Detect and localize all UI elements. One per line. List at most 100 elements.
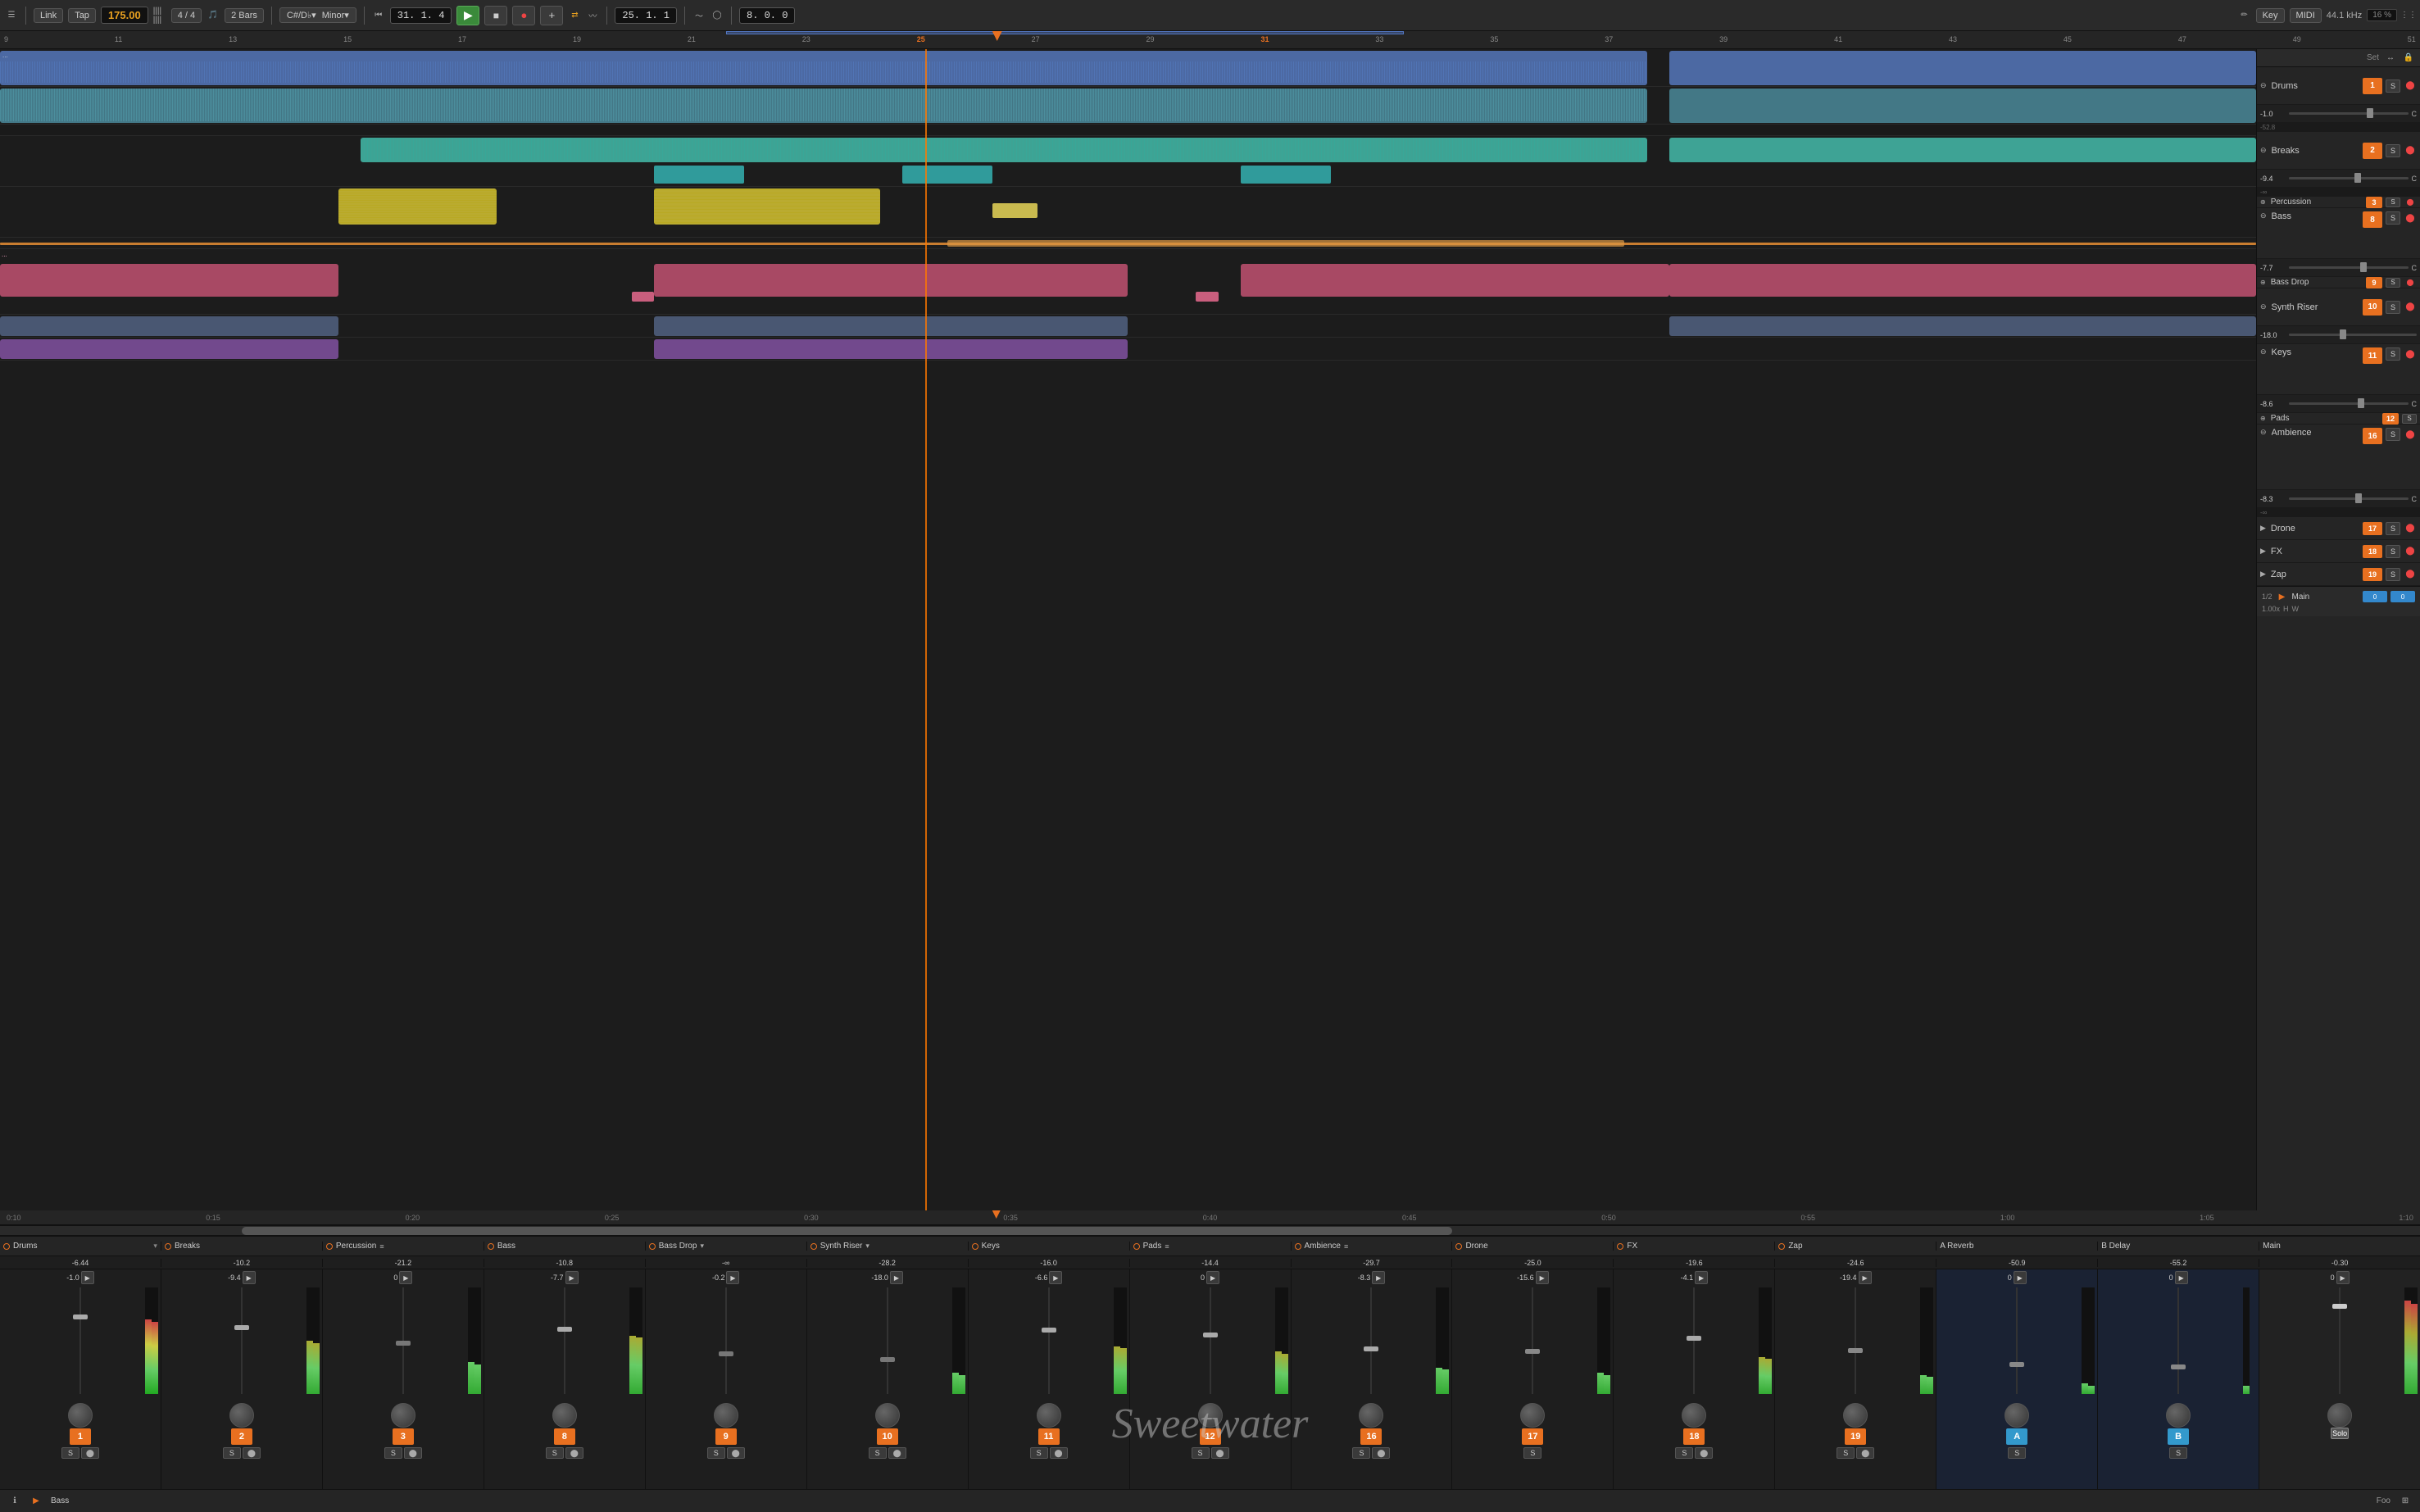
- fx-collapse[interactable]: ▶: [2260, 547, 2266, 556]
- pads-ch-solo[interactable]: S: [1192, 1447, 1210, 1459]
- bass-solo[interactable]: S: [2386, 211, 2400, 225]
- zap-solo[interactable]: S: [2386, 568, 2400, 581]
- drone-fader-lane[interactable]: [1454, 1287, 1611, 1394]
- key-mode-btn[interactable]: Key: [2256, 8, 2285, 23]
- ambience-collapse[interactable]: ⊖: [2260, 428, 2267, 437]
- breaks-num[interactable]: 2: [2363, 143, 2382, 159]
- fx-play[interactable]: ▶: [1695, 1271, 1708, 1284]
- pads-eq-icon[interactable]: ≡: [1165, 1242, 1169, 1251]
- key-display[interactable]: C#/D♭▾ Minor▾: [279, 7, 356, 23]
- breaks-ch-mute[interactable]: ⬤: [243, 1447, 261, 1459]
- pads-ch-num[interactable]: 12: [1200, 1428, 1221, 1445]
- fx-num[interactable]: 18: [2363, 545, 2382, 558]
- percussion-collapse[interactable]: ⊕: [2260, 198, 2266, 206]
- ambience-num[interactable]: 16: [2363, 428, 2382, 444]
- ambience-fader-lane[interactable]: [1293, 1287, 1451, 1394]
- synthriser-fader-track[interactable]: [2289, 334, 2417, 336]
- bass-ch-solo[interactable]: S: [546, 1447, 564, 1459]
- bass-fader-lane[interactable]: [486, 1287, 643, 1394]
- bdelay-pan-knob[interactable]: [2166, 1400, 2191, 1424]
- bass-ch-mute[interactable]: ⬤: [565, 1447, 583, 1459]
- synthriser-solo[interactable]: S: [2386, 301, 2400, 314]
- percussion-fader-lane[interactable]: [325, 1287, 482, 1394]
- bottom-zoom-icon[interactable]: ⊞: [2399, 1495, 2412, 1508]
- bassdrop-ch-mute[interactable]: ⬤: [727, 1447, 745, 1459]
- fx-ch-mute[interactable]: ⬤: [1695, 1447, 1713, 1459]
- bassdrop-arrow[interactable]: ▾: [700, 1242, 704, 1251]
- info-icon[interactable]: ℹ: [8, 1495, 21, 1508]
- main-fader-lane[interactable]: [2261, 1287, 2418, 1394]
- fx-ch-num[interactable]: 18: [1683, 1428, 1705, 1445]
- percussion-ch-solo[interactable]: S: [384, 1447, 402, 1459]
- breaks-fader-lane[interactable]: [163, 1287, 320, 1394]
- add-button[interactable]: +: [540, 6, 563, 25]
- breaks-solo[interactable]: S: [2386, 144, 2400, 157]
- bass-record[interactable]: ⬤: [2404, 211, 2417, 225]
- bars-display[interactable]: 2 Bars: [225, 8, 264, 23]
- pads-solo[interactable]: S: [2402, 414, 2417, 424]
- ambience-ch-num[interactable]: 16: [1360, 1428, 1382, 1445]
- bass-collapse[interactable]: ⊖: [2260, 211, 2267, 220]
- main-play[interactable]: ▶: [2336, 1271, 2350, 1284]
- bdelay-play[interactable]: ▶: [2175, 1271, 2188, 1284]
- arr-play-icon[interactable]: ▶: [2276, 590, 2289, 603]
- keys-play[interactable]: ▶: [1049, 1271, 1062, 1284]
- pencil-icon[interactable]: ✏: [2238, 9, 2251, 22]
- drums-ch-solo[interactable]: S: [61, 1447, 79, 1459]
- bdelay-ch-num[interactable]: B: [2168, 1428, 2189, 1445]
- drums-record[interactable]: ⬤: [2404, 79, 2417, 93]
- drums-play[interactable]: ▶: [81, 1271, 94, 1284]
- drone-ch-solo[interactable]: S: [1523, 1447, 1541, 1459]
- play-button[interactable]: ▶: [456, 6, 479, 25]
- percussion-pan-knob[interactable]: [391, 1400, 415, 1424]
- keys-ch-num[interactable]: 11: [1038, 1428, 1060, 1445]
- ambience-ch-mute[interactable]: ⬤: [1372, 1447, 1390, 1459]
- pads-fader-lane[interactable]: [1132, 1287, 1289, 1394]
- drums-ch-num[interactable]: 1: [70, 1428, 91, 1445]
- bassdrop-solo[interactable]: S: [2386, 278, 2400, 288]
- synthriser-collapse[interactable]: ⊖: [2260, 302, 2267, 311]
- zap-ch-solo[interactable]: S: [1837, 1447, 1855, 1459]
- arrangement-canvas[interactable]: ...: [0, 49, 2256, 1210]
- bassdrop-num[interactable]: 9: [2366, 277, 2382, 288]
- groove-icon[interactable]: 〜: [692, 9, 706, 22]
- drone-record[interactable]: ⬤: [2404, 522, 2417, 535]
- bassdrop-pan-knob[interactable]: [714, 1400, 738, 1424]
- areverb-fader-lane[interactable]: [1938, 1287, 2095, 1394]
- zap-ch-num[interactable]: 19: [1845, 1428, 1866, 1445]
- tempo-display[interactable]: 175.00: [101, 7, 148, 24]
- synthriser-play[interactable]: ▶: [890, 1271, 903, 1284]
- breaks-fader-track[interactable]: [2289, 177, 2409, 179]
- bass-pan-knob[interactable]: [552, 1400, 577, 1424]
- drums-fader-lane[interactable]: [2, 1287, 159, 1394]
- areverb-pan-knob[interactable]: [2005, 1400, 2029, 1424]
- areverb-ch-solo[interactable]: S: [2008, 1447, 2026, 1459]
- fx-solo[interactable]: S: [2386, 545, 2400, 558]
- drums-arrow[interactable]: ▾: [153, 1242, 157, 1251]
- keys-record[interactable]: ⬤: [2404, 347, 2417, 361]
- ambience-ch-solo[interactable]: S: [1352, 1447, 1370, 1459]
- metronome-icon[interactable]: 🎵: [207, 9, 220, 22]
- percussion-ch-mute[interactable]: ⬤: [404, 1447, 422, 1459]
- expand-icon[interactable]: ↔: [2384, 52, 2397, 65]
- keys-ch-solo[interactable]: S: [1030, 1447, 1048, 1459]
- hamburger-menu[interactable]: ☰: [5, 9, 18, 22]
- keys-fader-lane[interactable]: [970, 1287, 1128, 1394]
- keys-ch-mute[interactable]: ⬤: [1050, 1447, 1068, 1459]
- synthriser-pan-knob[interactable]: [875, 1400, 900, 1424]
- drone-collapse[interactable]: ▶: [2260, 524, 2266, 533]
- pads-pan-knob[interactable]: [1198, 1400, 1223, 1424]
- midi-mode-btn[interactable]: MIDI: [2290, 8, 2322, 23]
- synthriser-arrow[interactable]: ▾: [865, 1242, 869, 1251]
- tap-button[interactable]: Tap: [68, 8, 96, 23]
- keys-num[interactable]: 11: [2363, 347, 2382, 364]
- keys-solo[interactable]: S: [2386, 347, 2400, 361]
- pads-collapse[interactable]: ⊕: [2260, 415, 2266, 422]
- bass-fader-track[interactable]: [2289, 266, 2409, 269]
- drums-pan-knob[interactable]: [68, 1400, 93, 1424]
- capture-icon[interactable]: ◯: [711, 9, 724, 22]
- bassdrop-ch-num[interactable]: 9: [715, 1428, 737, 1445]
- ambience-solo[interactable]: S: [2386, 428, 2400, 441]
- drone-ch-num[interactable]: 17: [1522, 1428, 1543, 1445]
- synthriser-fader-lane[interactable]: [809, 1287, 966, 1394]
